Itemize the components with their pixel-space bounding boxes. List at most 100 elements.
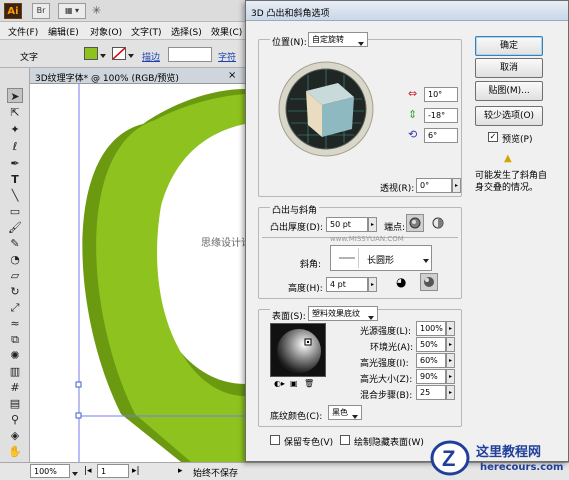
3d-extrude-bevel-dialog: 3D 凸出和斜角选项 位置(N): 自定旋转 ⇔ 10° ⇕ -18° ⟲ 6°…: [245, 0, 569, 462]
menu-object[interactable]: 对象(O): [90, 25, 122, 38]
zoom-dropdown-arrow-icon[interactable]: [72, 469, 78, 479]
stroke-link[interactable]: 描边: [142, 50, 160, 63]
extrude-depth-field[interactable]: 50 pt: [326, 217, 368, 232]
stroke-weight-field[interactable]: [168, 47, 212, 62]
rotate-tool-icon[interactable]: ↻: [7, 284, 23, 299]
graph-tool-icon[interactable]: ▥: [7, 364, 23, 379]
zoom-field[interactable]: 100%: [30, 464, 70, 478]
close-tab-icon[interactable]: ×: [228, 70, 236, 81]
pen-tool-icon[interactable]: ✒: [7, 156, 23, 171]
menu-effect[interactable]: 效果(C): [211, 25, 242, 38]
mesh-tool-icon[interactable]: #: [7, 380, 23, 395]
dialog-title-bar[interactable]: 3D 凸出和斜角选项: [246, 1, 568, 21]
extrude-depth-stepper[interactable]: ▸: [368, 217, 377, 232]
bevel-label: 斜角:: [300, 260, 322, 270]
cancel-button[interactable]: 取消: [475, 58, 543, 78]
draw-hidden-faces-checkbox[interactable]: [340, 435, 350, 445]
site-logo: Z 这里教程网 herecours.com: [430, 438, 566, 478]
cap-on-icon[interactable]: [406, 214, 424, 232]
delete-light-icon[interactable]: 🗑: [304, 379, 314, 388]
preserve-spot-checkbox[interactable]: [270, 435, 280, 445]
bevel-height-field[interactable]: 4 pt: [326, 277, 368, 292]
blend-steps-label: 混合步骤(B):: [360, 391, 413, 401]
extruded-letter-shape[interactable]: [31, 84, 245, 462]
preview-checkbox[interactable]: ✓: [488, 132, 498, 142]
cap-off-icon[interactable]: [430, 215, 446, 234]
warp-tool-icon[interactable]: ≈: [7, 316, 23, 331]
highlight-intensity-field[interactable]: 60%: [416, 353, 446, 368]
perspective-stepper[interactable]: ▸: [452, 178, 461, 193]
menu-file[interactable]: 文件(F): [8, 25, 38, 38]
ok-button[interactable]: 确定: [475, 36, 543, 56]
shading-color-value: 黑色: [332, 408, 348, 417]
surface-select[interactable]: 塑料效果底纹: [308, 306, 378, 321]
lasso-tool-icon[interactable]: ℓ: [7, 139, 23, 154]
light-intensity-field[interactable]: 100%: [416, 321, 446, 336]
z-rotation-field[interactable]: 6°: [424, 128, 458, 143]
symbol-sprayer-tool-icon[interactable]: ✺: [7, 348, 23, 363]
menu-select[interactable]: 选择(S): [171, 25, 202, 38]
magic-wand-tool-icon[interactable]: ✦: [7, 122, 23, 137]
highlight-size-stepper[interactable]: ▸: [446, 369, 455, 384]
status-info-icon[interactable]: ▸: [178, 466, 183, 476]
document-tab[interactable]: 3D纹理字体* @ 100% (RGB/预览) ×: [30, 68, 245, 84]
menu-edit[interactable]: 编辑(E): [48, 25, 79, 38]
type-tool-icon[interactable]: T: [7, 172, 23, 187]
star-icon[interactable]: ✳: [92, 4, 101, 17]
ambient-light-stepper[interactable]: ▸: [446, 337, 455, 352]
blend-steps-field[interactable]: 25: [416, 385, 446, 400]
x-rotation-field[interactable]: 10°: [424, 87, 458, 102]
light-intensity-stepper[interactable]: ▸: [446, 321, 455, 336]
free-transform-tool-icon[interactable]: ⧉: [7, 332, 23, 347]
ambient-light-field[interactable]: 50%: [416, 337, 446, 352]
artboard-canvas[interactable]: 思缘设计论坛: [31, 84, 245, 462]
site-logo-icon: Z: [430, 440, 470, 476]
blend-steps-stepper[interactable]: ▸: [446, 385, 455, 400]
fewer-options-button[interactable]: 较少选项(O): [475, 106, 543, 126]
line-tool-icon[interactable]: ╲: [7, 188, 23, 203]
eraser-tool-icon[interactable]: ▱: [7, 268, 23, 283]
bevel-extent-in-icon[interactable]: [420, 273, 438, 291]
next-artboard-icon[interactable]: ▸|: [132, 466, 140, 476]
eyedropper-tool-icon[interactable]: ⚲: [7, 412, 23, 427]
bevel-height-stepper[interactable]: ▸: [368, 277, 377, 292]
highlight-intensity-stepper[interactable]: ▸: [446, 353, 455, 368]
paintbrush-tool-icon[interactable]: 🖌: [7, 220, 23, 235]
direct-selection-tool-icon[interactable]: ⇱: [7, 105, 23, 120]
character-link[interactable]: 字符: [218, 50, 236, 63]
selection-tool-icon[interactable]: ➤: [7, 88, 23, 103]
prev-artboard-icon[interactable]: |◂: [84, 466, 92, 476]
rectangle-tool-icon[interactable]: ▭: [7, 204, 23, 219]
menu-type[interactable]: 文字(T): [131, 25, 162, 38]
rotation-trackball[interactable]: [278, 61, 374, 157]
gradient-tool-icon[interactable]: ▤: [7, 396, 23, 411]
shading-color-select[interactable]: 黑色: [328, 405, 362, 420]
perspective-field[interactable]: 0°: [416, 178, 452, 193]
fill-color-swatch[interactable]: [84, 47, 98, 60]
view-mode-button[interactable]: ▦ ▾: [58, 3, 86, 19]
map-art-button[interactable]: 贴图(M)...: [475, 81, 543, 101]
y-rotation-field[interactable]: -18°: [424, 108, 458, 123]
stroke-color-swatch[interactable]: [112, 47, 126, 60]
stroke-dropdown-arrow-icon[interactable]: [128, 51, 134, 61]
draw-hidden-faces-label: 绘制隐藏表面(W): [354, 438, 424, 448]
warning-text-line-2: 身交叠的情况。: [475, 183, 539, 193]
highlight-size-field[interactable]: 90%: [416, 369, 446, 384]
artboard-number-field[interactable]: 1: [97, 464, 129, 478]
live-paint-tool-icon[interactable]: ◈: [7, 428, 23, 443]
move-light-back-icon[interactable]: ◐▸: [274, 379, 285, 388]
bevel-select[interactable]: 长圆形: [330, 245, 432, 271]
bridge-button[interactable]: Br: [32, 3, 50, 19]
scale-tool-icon[interactable]: ⤢: [7, 300, 23, 315]
lighting-sphere[interactable]: [270, 323, 326, 377]
position-select[interactable]: 自定旋转: [308, 32, 368, 47]
pencil-tool-icon[interactable]: ✎: [7, 236, 23, 251]
blob-brush-tool-icon[interactable]: ◔: [7, 252, 23, 267]
shading-color-dropdown-icon: [352, 410, 358, 423]
hand-tool-icon[interactable]: ✋: [7, 444, 23, 459]
bevel-dropdown-icon: [423, 256, 429, 266]
new-light-icon[interactable]: ▣: [290, 379, 298, 388]
light-intensity-label: 光源强度(L):: [360, 327, 412, 337]
bevel-extent-out-icon[interactable]: ◕: [396, 275, 406, 289]
fill-dropdown-arrow-icon[interactable]: [100, 51, 106, 61]
